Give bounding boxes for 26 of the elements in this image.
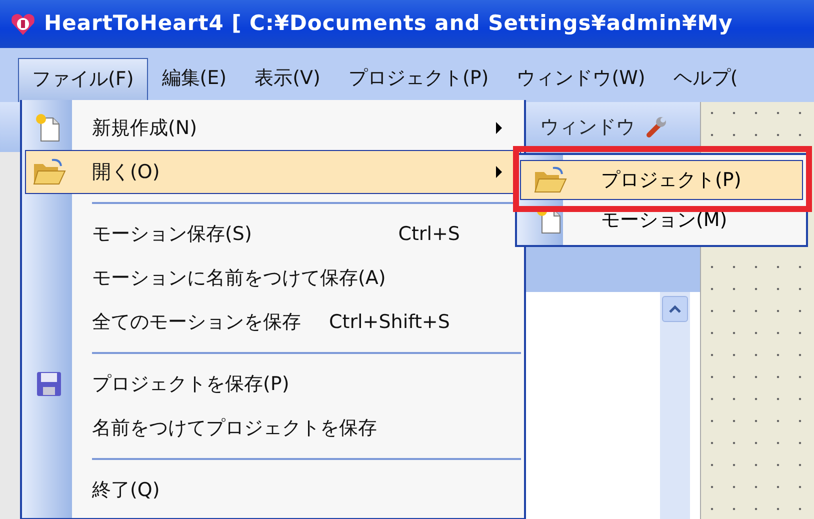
menu-item[interactable]: 終了(Q) bbox=[25, 468, 521, 512]
window-title: HeartToHeart4 [ C:¥Documents and Settings¥admin¥My bbox=[44, 10, 733, 38]
toolbar-label: ウィンドウ bbox=[540, 114, 635, 140]
open-folder-icon bbox=[533, 166, 567, 194]
open-folder-icon bbox=[32, 158, 66, 186]
menu-item[interactable]: 名前をつけてプロジェクトを保存 bbox=[25, 406, 521, 450]
menu-bar-item[interactable]: ヘルプ( bbox=[659, 58, 752, 102]
menu-bar-item[interactable]: プロジェクト(P) bbox=[334, 58, 503, 102]
menu-bar-item[interactable]: ファイル(F) bbox=[18, 58, 148, 102]
app-icon bbox=[10, 11, 36, 37]
shortcut-text: Ctrl+Shift+S bbox=[329, 310, 450, 335]
menu-item[interactable]: モーションに名前をつけて保存(A) bbox=[25, 256, 521, 300]
menu-item[interactable]: プロジェクトを保存(P) bbox=[25, 362, 521, 406]
menu-bar-item[interactable]: 編集(E) bbox=[148, 58, 241, 102]
scrollbar[interactable] bbox=[660, 292, 690, 519]
menu-bar-item[interactable]: ウィンドウ(W) bbox=[502, 58, 660, 102]
menu-item[interactable]: 新規作成(N) bbox=[25, 106, 521, 150]
menu-item[interactable]: 全てのモーションを保存 Ctrl+Shift+S bbox=[25, 300, 521, 344]
shortcut-text: Ctrl+S bbox=[398, 222, 460, 247]
wrench-icon[interactable] bbox=[645, 115, 669, 139]
chevron-up-icon bbox=[668, 304, 682, 314]
menu-item[interactable]: モーション(M) bbox=[520, 200, 803, 240]
menu-item[interactable]: 開く(O) bbox=[25, 150, 521, 194]
menu-item[interactable]: プロジェクト(P) bbox=[520, 160, 803, 200]
scroll-up-button[interactable] bbox=[662, 296, 688, 322]
menu-bar-item[interactable]: 表示(V) bbox=[240, 58, 334, 102]
